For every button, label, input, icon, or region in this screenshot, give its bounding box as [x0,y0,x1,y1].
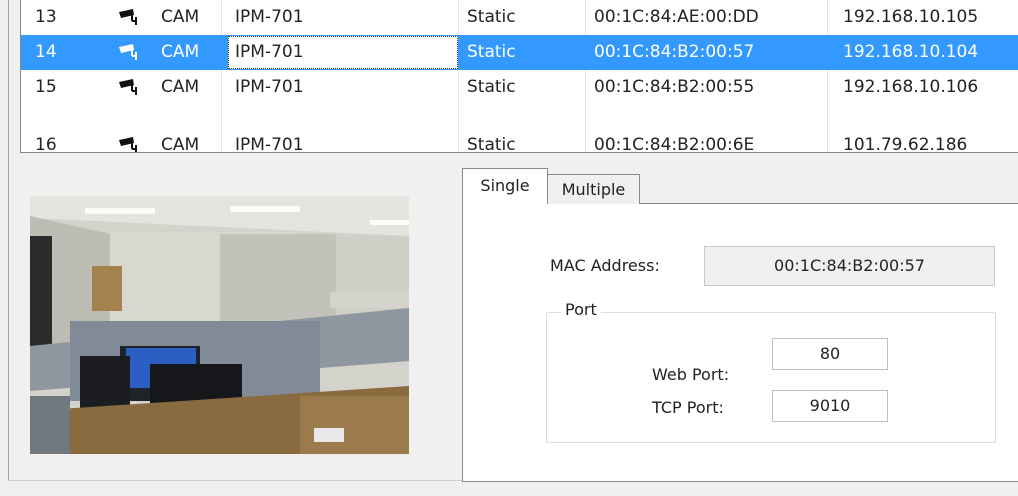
port-group-title: Port [561,300,601,319]
ip-mode: Static [467,42,516,62]
table-row-partial[interactable]: 16 CAM IPM-701 Static 00:1C:84:B2:00:6E … [21,128,1018,153]
tcp-port-input[interactable]: 9010 [772,390,888,422]
device-model: IPM-701 [235,42,304,62]
web-port-input[interactable]: 80 [772,338,888,370]
cctv-camera-icon [117,9,145,27]
ip-address: 101.79.62.186 [843,135,968,153]
table-row[interactable]: 15 CAM IPM-701 Static 00:1C:84:B2:00:55 … [21,70,1018,105]
tcp-port-label: TCP Port: [652,398,724,417]
cctv-camera-icon [117,44,145,62]
mac-address: 00:1C:84:B2:00:6E [594,135,755,153]
device-model: IPM-701 [235,7,304,27]
ip-mode: Static [467,77,516,97]
table-row[interactable]: 13 CAM IPM-701 Static 00:1C:84:AE:00:DD … [21,0,1018,35]
mac-address: 00:1C:84:B2:00:57 [594,42,755,62]
device-number: 15 [35,77,57,97]
device-type: CAM [161,7,200,27]
device-type: CAM [161,42,200,62]
camera-preview [30,196,409,454]
mac-address-label: MAC Address: [550,256,660,275]
device-number: 13 [35,7,57,27]
port-groupbox [546,312,996,443]
window-left-border [8,0,9,480]
tab-multiple[interactable]: Multiple [548,174,640,204]
device-type: CAM [161,135,200,153]
ip-address: 192.168.10.106 [843,77,979,97]
device-model: IPM-701 [235,77,304,97]
device-type: CAM [161,77,200,97]
ip-mode: Static [467,135,516,153]
mac-address: 00:1C:84:B2:00:55 [594,77,755,97]
web-port-label: Web Port: [652,365,730,384]
device-table[interactable]: 13 CAM IPM-701 Static 00:1C:84:AE:00:DD … [20,0,1018,153]
ip-address: 192.168.10.105 [843,7,979,27]
camera-preview-image [30,196,409,454]
mac-address: 00:1C:84:AE:00:DD [594,7,759,27]
cctv-camera-icon [117,137,145,152]
ip-address: 192.168.10.104 [843,42,979,62]
device-number: 16 [35,135,57,153]
tab-single[interactable]: Single [462,168,548,204]
table-row-selected[interactable]: 14 CAM IPM-701 Static 00:1C:84:B2:00:57 … [21,35,1018,70]
ip-mode: Static [467,7,516,27]
cctv-camera-icon [117,79,145,97]
device-model: IPM-701 [235,135,304,153]
device-number: 14 [35,42,57,62]
mac-address-field: 00:1C:84:B2:00:57 [704,246,995,286]
